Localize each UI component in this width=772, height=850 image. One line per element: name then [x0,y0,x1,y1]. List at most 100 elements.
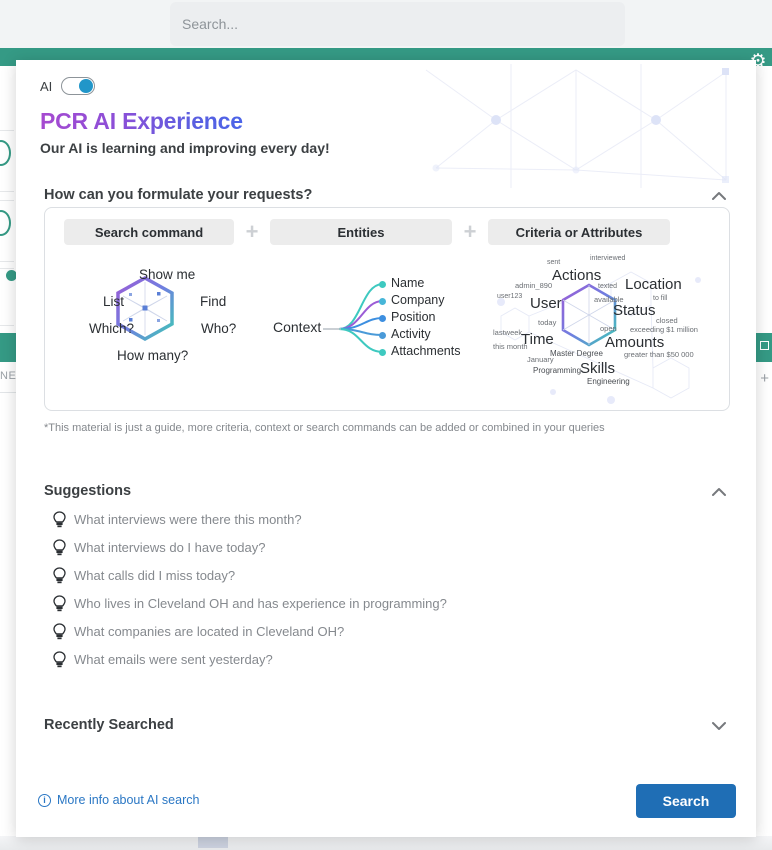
cloud-word: Amounts [605,334,664,351]
bg-right-add-icon[interactable]: + [760,370,769,387]
cloud-word: Skills [580,360,615,377]
suggestions-heading: Suggestions [44,483,131,499]
recently-searched-heading: Recently Searched [44,717,174,733]
chevron-up-icon[interactable] [708,480,730,502]
entities-root-label: Context [273,319,321,335]
cloud-word: greater than $50 000 [624,350,694,359]
chevron-down-icon[interactable] [708,714,730,736]
search-command-illustration: Show me List Find Which? Who? How many? [67,256,267,406]
entity-attachments: Attachments [391,344,460,358]
entity-dot [379,349,386,356]
criteria-wordcloud: sent interviewed Actions Location admin_… [493,250,725,410]
pill-entities[interactable]: Entities [270,219,452,245]
page-title: PCR AI Experience [40,108,243,135]
recently-searched-header: Recently Searched [44,714,730,736]
entity-dot [379,332,386,339]
suggestion-item[interactable]: What interviews do I have today? [44,533,730,561]
suggestion-text: What interviews were there this month? [74,512,302,527]
command-word: Who? [201,321,236,336]
ai-toggle-row: AI [40,77,95,95]
entity-dot [379,315,386,322]
guide-disclaimer: *This material is just a guide, more cri… [44,422,605,434]
cloud-word: exceeding $1 million [630,325,698,334]
info-icon: i [38,794,51,807]
suggestion-item[interactable]: Who lives in Cleveland OH and has experi… [44,589,730,617]
cloud-word: Location [625,276,682,293]
cloud-word: closed [656,316,678,325]
suggestion-text: What calls did I miss today? [74,568,235,583]
command-word: Which? [89,321,134,336]
guide-card: Search command + Entities + Criteria or … [44,207,730,411]
suggestion-item[interactable]: What emails were sent yesterday? [44,645,730,673]
guide-illustrations: Show me List Find Which? Who? How many? [45,252,731,410]
cloud-word: texted [598,283,617,290]
cloud-word: this month [493,342,528,351]
suggestion-item[interactable]: What interviews were there this month? [44,505,730,533]
more-info-label: More info about AI search [57,793,199,807]
chevron-up-icon[interactable] [708,184,730,206]
cloud-word: January [527,355,554,364]
plus-separator-2: + [460,219,480,245]
pill-search-command[interactable]: Search command [64,219,234,245]
suggestion-text: What interviews do I have today? [74,540,266,555]
entity-name: Name [391,276,424,290]
cloud-word: open [600,324,617,333]
suggestion-text: What companies are located in Cleveland … [74,624,344,639]
suggestion-text: What emails were sent yesterday? [74,652,273,667]
entities-illustration: Context Name Company Position Activity A… [273,262,485,402]
suggestion-text: Who lives in Cleveland OH and has experi… [74,596,447,611]
search-button[interactable]: Search [636,784,736,818]
lightbulb-icon [44,595,74,612]
pill-criteria-attributes[interactable]: Criteria or Attributes [488,219,670,245]
bg-left-teal-block [0,333,16,362]
cloud-word: admin_890 [515,281,552,290]
suggestion-item[interactable]: What companies are located in Cleveland … [44,617,730,645]
bg-left-label: NE [0,370,16,382]
entity-company: Company [391,293,445,307]
ai-toggle-knob [79,79,93,93]
cloud-word: User [530,295,562,312]
app-bottom-strip [0,836,772,850]
cloud-word: today [538,318,556,327]
divider [0,392,16,393]
suggestion-item[interactable]: What calls did I miss today? [44,561,730,589]
global-search-placeholder: Search... [182,16,238,32]
bg-right-square-icon [760,341,769,350]
lightbulb-icon [44,567,74,584]
page-subtitle: Our AI is learning and improving every d… [40,140,330,156]
screen: Search... ⚙ NE + [0,0,772,850]
cloud-word: Status [613,302,656,319]
entity-dot [379,281,386,288]
suggestions-list: What interviews were there this month? W… [44,505,730,673]
cloud-word: Engineering [587,377,630,386]
command-word: Show me [139,267,195,282]
more-info-link[interactable]: i More info about AI search [38,793,199,807]
plus-separator-1: + [242,219,262,245]
lightbulb-icon [44,651,74,668]
lightbulb-icon [44,539,74,556]
cloud-word: to fill [653,295,667,302]
entity-dot [379,298,386,305]
cloud-word: sent [547,259,560,266]
global-search-input[interactable]: Search... [170,2,625,46]
network-decoration [416,60,756,190]
formulate-heading: How can you formulate your requests? [44,187,312,203]
ai-toggle-switch[interactable] [61,77,95,95]
cloud-word: Actions [552,267,601,284]
cloud-word: lastweek [493,328,522,337]
cloud-word: user123 [497,293,522,300]
cloud-word: interviewed [590,255,625,262]
lightbulb-icon [44,623,74,640]
formulate-section-header: How can you formulate your requests? [44,184,730,206]
ai-search-dialog: AI PCR AI Experience Our AI is learning … [16,60,756,837]
suggestions-section-header: Suggestions [44,480,730,502]
command-word: Find [200,294,226,309]
entity-activity: Activity [391,327,431,341]
ai-toggle-label: AI [40,79,52,94]
entity-position: Position [391,310,435,324]
command-word: How many? [117,348,188,363]
cloud-word: Programming [533,366,581,375]
formula-pill-row: Search command + Entities + Criteria or … [64,219,712,245]
command-word: List [103,294,124,309]
lightbulb-icon [44,511,74,528]
